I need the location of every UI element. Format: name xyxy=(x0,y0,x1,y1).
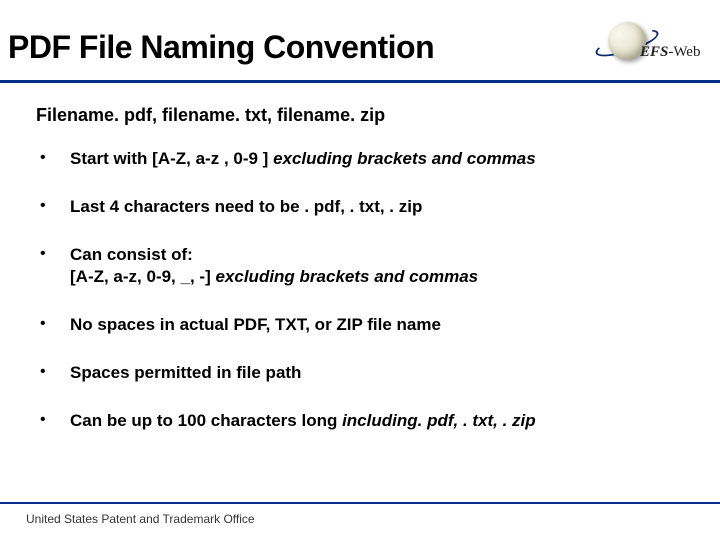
footer-text: United States Patent and Trademark Offic… xyxy=(26,512,255,526)
slide: PDF File Naming Convention EFS-Web Filen… xyxy=(0,0,720,444)
logo-text: EFS-Web xyxy=(640,44,700,61)
content-area: Filename. pdf, filename. txt, filename. … xyxy=(0,83,720,444)
header-row: PDF File Naming Convention EFS-Web xyxy=(0,20,720,74)
list-item-text: Can consist of:[A-Z, a-z, 0-9, _, -] exc… xyxy=(70,244,478,288)
list-item-text: Can be up to 100 characters long includi… xyxy=(70,410,536,432)
efs-web-logo: EFS-Web xyxy=(592,20,712,74)
list-item: •Can consist of:[A-Z, a-z, 0-9, _, -] ex… xyxy=(36,230,684,300)
bullet-dot-icon: • xyxy=(36,196,70,216)
list-item: •No spaces in actual PDF, TXT, or ZIP fi… xyxy=(36,300,684,348)
bullet-dot-icon: • xyxy=(36,244,70,264)
list-item: •Last 4 characters need to be . pdf, . t… xyxy=(36,182,684,230)
logo-text-efs: EFS xyxy=(640,44,668,60)
bullet-dot-icon: • xyxy=(36,362,70,382)
list-item-text: No spaces in actual PDF, TXT, or ZIP fil… xyxy=(70,314,441,336)
list-item: •Spaces permitted in file path xyxy=(36,348,684,396)
bullet-dot-icon: • xyxy=(36,148,70,168)
page-title: PDF File Naming Convention xyxy=(8,29,434,66)
list-item: •Can be up to 100 characters long includ… xyxy=(36,396,684,444)
list-item-text: Start with [A-Z, a-z , 0-9 ] excluding b… xyxy=(70,148,536,170)
list-item-text: Last 4 characters need to be . pdf, . tx… xyxy=(70,196,422,218)
bullet-dot-icon: • xyxy=(36,314,70,334)
logo-text-web: -Web xyxy=(668,44,700,60)
list-item-text: Spaces permitted in file path xyxy=(70,362,301,384)
footer-divider xyxy=(0,502,720,504)
list-item: •Start with [A-Z, a-z , 0-9 ] excluding … xyxy=(36,134,684,182)
subtitle: Filename. pdf, filename. txt, filename. … xyxy=(36,105,684,126)
bullet-list: •Start with [A-Z, a-z , 0-9 ] excluding … xyxy=(36,134,684,444)
bullet-dot-icon: • xyxy=(36,410,70,430)
